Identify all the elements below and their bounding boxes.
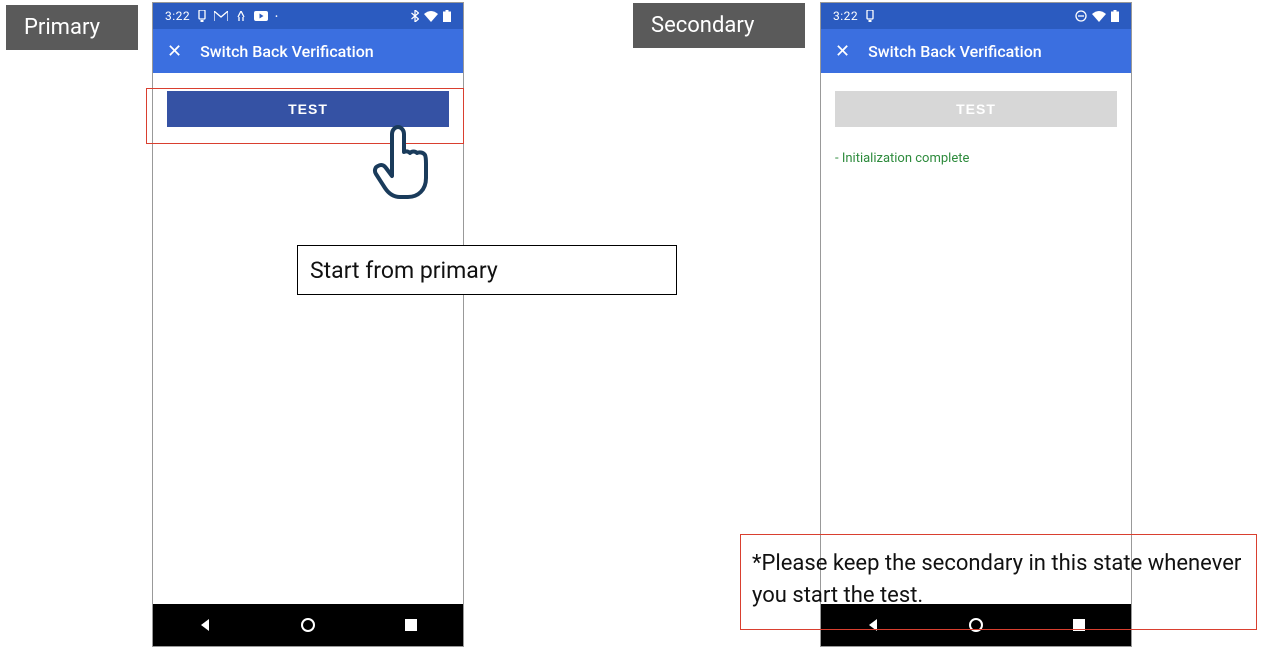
nav-back-icon[interactable]	[185, 617, 225, 633]
status-icon-1	[865, 10, 875, 22]
nav-home-icon[interactable]	[288, 617, 328, 633]
app-bar-title: Switch Back Verification	[868, 42, 1042, 61]
nav-bar-primary	[153, 604, 463, 646]
cellular-icon	[235, 11, 247, 21]
nav-recent-icon[interactable]	[391, 618, 431, 632]
status-time: 3:22	[833, 9, 858, 23]
phone-content-primary: TEST	[153, 73, 463, 604]
nav-recent-icon[interactable]	[1059, 618, 1099, 632]
phone-content-secondary: TEST - Initialization complete	[821, 73, 1131, 604]
primary-label: Primary	[6, 5, 138, 50]
status-bar-secondary: 3:22	[821, 3, 1131, 29]
secondary-label: Secondary	[633, 3, 805, 48]
caption-text: Start from primary	[310, 257, 498, 284]
bluetooth-icon	[411, 10, 419, 22]
dnd-icon	[1075, 10, 1087, 22]
status-bar-primary: 3:22 •	[153, 3, 463, 29]
close-icon[interactable]: ✕	[167, 41, 182, 62]
status-dot: •	[275, 12, 278, 21]
status-icon-1	[197, 10, 207, 22]
gmail-icon	[214, 11, 228, 21]
wifi-icon	[1092, 11, 1106, 22]
battery-icon	[443, 10, 451, 22]
caption-box: Start from primary	[297, 245, 677, 295]
close-icon[interactable]: ✕	[835, 41, 850, 62]
status-message: - Initialization complete	[835, 151, 1117, 166]
nav-home-icon[interactable]	[956, 617, 996, 633]
app-bar-title: Switch Back Verification	[200, 42, 374, 61]
nav-back-icon[interactable]	[853, 617, 893, 633]
primary-phone: 3:22 • ✕ Switch Back Verification TEST	[152, 2, 464, 647]
app-bar-secondary: ✕ Switch Back Verification	[821, 29, 1131, 73]
youtube-icon	[254, 11, 268, 21]
note-text: *Please keep the secondary in this state…	[752, 548, 1252, 612]
test-button-primary[interactable]: TEST	[167, 91, 449, 127]
status-time: 3:22	[165, 9, 190, 23]
test-button-secondary: TEST	[835, 91, 1117, 127]
battery-icon	[1111, 10, 1119, 22]
app-bar-primary: ✕ Switch Back Verification	[153, 29, 463, 73]
wifi-icon	[424, 11, 438, 22]
